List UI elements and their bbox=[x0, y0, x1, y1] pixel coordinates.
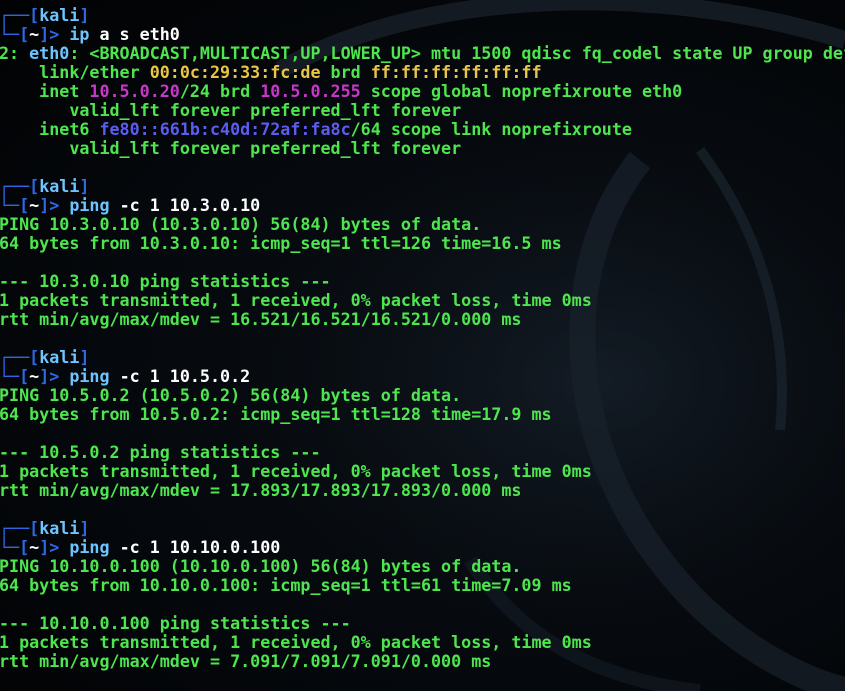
output-line: rtt min/avg/max/mdev = 16.521/16.521/16.… bbox=[0, 309, 522, 329]
output-line: --- 10.10.0.100 ping statistics --- bbox=[0, 613, 351, 633]
command-args: a s eth0 bbox=[99, 24, 180, 44]
output-line: 64 bytes from 10.10.0.100: icmp_seq=1 tt… bbox=[0, 575, 572, 595]
output-line: 1 packets transmitted, 1 received, 0% pa… bbox=[0, 632, 592, 652]
output-line: rtt min/avg/max/mdev = 17.893/17.893/17.… bbox=[0, 480, 522, 500]
output-line: PING 10.5.0.2 (10.5.0.2) 56(84) bytes of… bbox=[0, 385, 462, 405]
output-line: 1 packets transmitted, 1 received, 0% pa… bbox=[0, 461, 592, 481]
command-line-4[interactable]: └─[~]> ping -c 1 10.10.0.100 bbox=[0, 538, 845, 557]
output-line: inet 10.5.0.20/24 brd 10.5.0.255 scope g… bbox=[0, 81, 683, 101]
command-line-2[interactable]: └─[~]> ping -c 1 10.3.0.10 bbox=[0, 196, 845, 215]
command-line-3[interactable]: └─[~]> ping -c 1 10.5.0.2 bbox=[0, 367, 845, 386]
output-line: --- 10.5.0.2 ping statistics --- bbox=[0, 442, 321, 462]
output-line: valid_lft forever preferred_lft forever bbox=[0, 100, 462, 120]
output-line: 1 packets transmitted, 1 received, 0% pa… bbox=[0, 290, 592, 310]
command-line-1[interactable]: └─[~]> ip a s eth0 bbox=[0, 25, 845, 44]
output-line: PING 10.10.0.100 (10.10.0.100) 56(84) by… bbox=[0, 556, 522, 576]
prompt-user: kali bbox=[39, 5, 80, 25]
output-line: --- 10.3.0.10 ping statistics --- bbox=[0, 271, 331, 291]
output-line: link/ether 00:0c:29:33:fc:de brd ff:ff:f… bbox=[0, 62, 542, 82]
prompt-line-1: ┌──[kali] bbox=[0, 5, 90, 25]
terminal-window[interactable]: ┌──[kali] └─[~]> ip a s eth0 2: eth0: <B… bbox=[0, 0, 845, 691]
output-line: inet6 fe80::661b:c40d:72af:fa8c/64 scope… bbox=[0, 119, 632, 139]
prompt-line-3: ┌──[kali] bbox=[0, 347, 90, 367]
prompt-line-4: ┌──[kali] bbox=[0, 518, 90, 538]
terminal-output: ┌──[kali] └─[~]> ip a s eth0 2: eth0: <B… bbox=[0, 6, 845, 671]
output-line: 64 bytes from 10.3.0.10: icmp_seq=1 ttl=… bbox=[0, 233, 562, 253]
command-name: ip bbox=[69, 24, 90, 44]
output-line: PING 10.3.0.10 (10.3.0.10) 56(84) bytes … bbox=[0, 214, 482, 234]
output-line: 64 bytes from 10.5.0.2: icmp_seq=1 ttl=1… bbox=[0, 404, 552, 424]
output-line: valid_lft forever preferred_lft forever bbox=[0, 138, 462, 158]
prompt-line-2: ┌──[kali] bbox=[0, 176, 90, 196]
prompt-dir: ~ bbox=[29, 24, 40, 44]
output-line: rtt min/avg/max/mdev = 7.091/7.091/7.091… bbox=[0, 651, 492, 671]
output-line: 2: eth0: <BROADCAST,MULTICAST,UP,LOWER_U… bbox=[0, 43, 845, 63]
